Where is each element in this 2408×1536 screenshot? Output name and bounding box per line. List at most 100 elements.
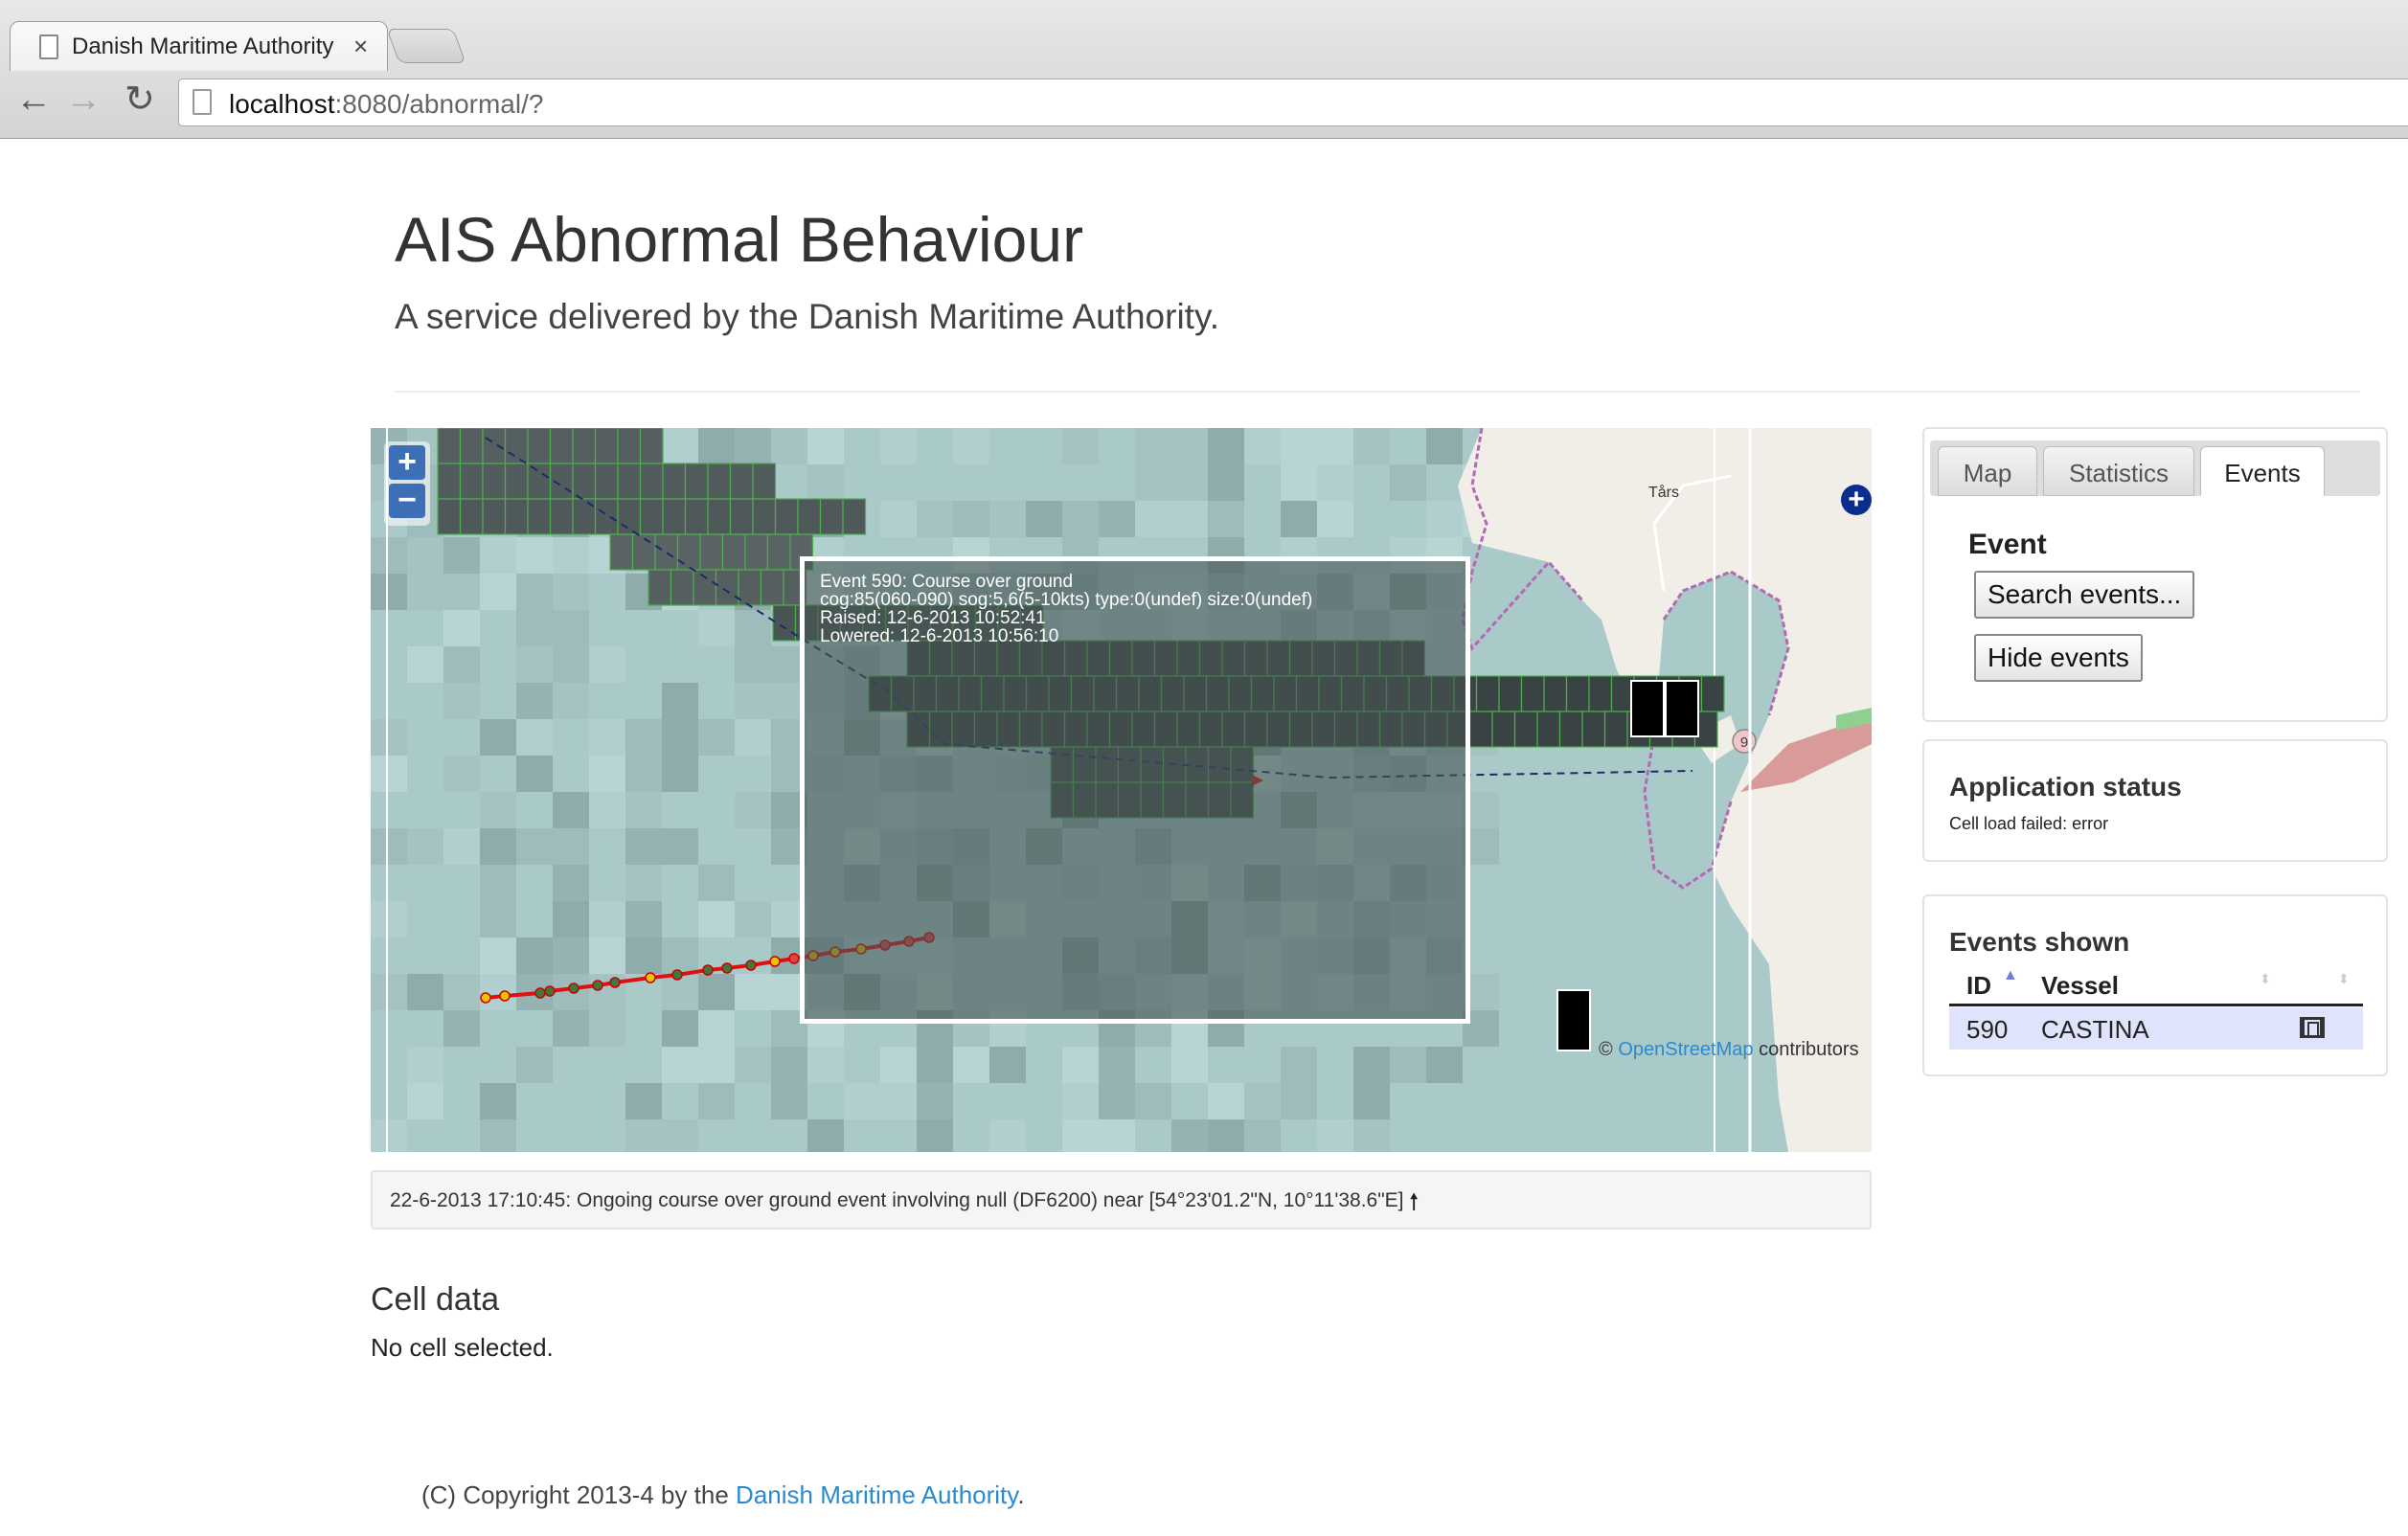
- event-cell: [1491, 711, 1516, 748]
- heat-cell: [1244, 1083, 1281, 1119]
- address-bar[interactable]: localhost:8080/abnormal/?: [178, 79, 2408, 126]
- event-id-cell: 590: [1966, 1015, 2009, 1044]
- reload-icon[interactable]: ↻: [125, 80, 155, 119]
- heat-cell: [480, 865, 516, 901]
- url-text[interactable]: localhost:8080/abnormal/?: [229, 89, 543, 120]
- heat-cell: [553, 610, 589, 646]
- cell-data-heading: Cell data: [371, 1281, 500, 1318]
- track-point[interactable]: [788, 953, 800, 964]
- heat-cell: [625, 1119, 662, 1152]
- heat-cell: [553, 792, 589, 828]
- heat-cell: [443, 574, 480, 610]
- heat-cell: [807, 1047, 844, 1083]
- zoom-in-button[interactable]: +: [389, 445, 425, 480]
- track-point[interactable]: [480, 992, 491, 1004]
- column-header-vessel[interactable]: Vessel: [2041, 971, 2119, 1001]
- heat-cell: [771, 1083, 807, 1119]
- tab-statistics[interactable]: Statistics: [2043, 446, 2194, 496]
- tab-close-icon[interactable]: ×: [353, 32, 368, 61]
- heat-cell: [735, 610, 771, 646]
- heat-cell: [989, 501, 1026, 537]
- sort-asc-icon: ▲: [2003, 967, 2018, 983]
- tab-title: Danish Maritime Authority: [72, 34, 334, 59]
- column-header-id[interactable]: ID: [1966, 971, 1991, 1001]
- heat-cell: [662, 428, 698, 464]
- heat-cell: [1062, 1119, 1099, 1152]
- heat-cell: [625, 901, 662, 937]
- new-tab-button[interactable]: [386, 29, 466, 63]
- heat-cell: [735, 646, 771, 683]
- black-cell: [1556, 989, 1591, 1051]
- heat-cell: [589, 1010, 625, 1047]
- tab-map[interactable]: Map: [1938, 446, 2037, 496]
- heat-cell: [1208, 428, 1244, 464]
- page-title: AIS Abnormal Behaviour: [395, 204, 1084, 275]
- track-point[interactable]: [568, 983, 579, 994]
- tab-events[interactable]: Events: [2200, 446, 2325, 496]
- heat-cell: [698, 1010, 735, 1047]
- heat-cell: [480, 974, 516, 1010]
- event-cell: [693, 569, 717, 606]
- heat-cell: [1171, 1119, 1208, 1152]
- forward-icon[interactable]: →: [65, 80, 102, 119]
- event-cell: [639, 463, 664, 500]
- track-point[interactable]: [534, 987, 546, 999]
- track-point[interactable]: [671, 969, 683, 981]
- event-cell: [549, 428, 574, 464]
- heat-cell: [662, 1010, 698, 1047]
- arrow-up-icon[interactable]: 🠕: [1409, 1186, 1419, 1225]
- map-view[interactable]: 9 + − Tårs + Event 590: Course over grou…: [371, 428, 1872, 1152]
- track-point[interactable]: [721, 962, 733, 974]
- heat-cell: [589, 719, 625, 756]
- event-cell: [572, 428, 597, 464]
- heat-cell: [516, 646, 553, 683]
- heat-cell: [698, 428, 735, 464]
- back-icon[interactable]: ←: [15, 80, 52, 119]
- heat-cell: [589, 792, 625, 828]
- sort-neutral-icon[interactable]: ⬍: [2260, 972, 2271, 985]
- track-point[interactable]: [592, 980, 603, 991]
- heat-cell: [917, 1047, 953, 1083]
- heat-cell: [807, 464, 844, 501]
- event-cell: [1498, 675, 1523, 712]
- heat-cell: [407, 1047, 443, 1083]
- track-point[interactable]: [645, 972, 656, 983]
- track-point[interactable]: [544, 985, 556, 997]
- track-point[interactable]: [609, 977, 621, 988]
- event-cell: [437, 463, 462, 500]
- track-point[interactable]: [499, 990, 511, 1002]
- heat-cell: [662, 1047, 698, 1083]
- osm-link[interactable]: OpenStreetMap: [1618, 1039, 1753, 1060]
- heat-cell: [516, 719, 553, 756]
- popup-line: Event 590: Course over ground: [820, 572, 1074, 592]
- film-icon[interactable]: [2300, 1017, 2325, 1038]
- track-point[interactable]: [769, 956, 781, 967]
- footer-link[interactable]: Danish Maritime Authority: [736, 1480, 1017, 1509]
- search-events-button[interactable]: Search events...: [1974, 571, 2195, 619]
- event-cell: [699, 533, 724, 571]
- heat-cell: [880, 1083, 917, 1119]
- layer-switcher-button[interactable]: +: [1841, 485, 1872, 515]
- event-status-bar: 22-6-2013 17:10:45: Ongoing course over …: [371, 1170, 1872, 1230]
- heat-cell: [371, 974, 407, 1010]
- event-cell: [1588, 675, 1613, 712]
- hide-events-button[interactable]: Hide events: [1974, 634, 2143, 682]
- track-point[interactable]: [702, 964, 714, 976]
- heat-cell: [480, 537, 516, 574]
- track-point[interactable]: [745, 960, 757, 971]
- heat-cell: [516, 937, 553, 974]
- event-cell: [662, 498, 687, 535]
- event-cell: [482, 428, 507, 464]
- heat-cell: [1317, 464, 1353, 501]
- table-row[interactable]: 590 CASTINA: [1949, 1007, 2363, 1050]
- heat-cell: [1426, 1047, 1463, 1083]
- event-cell: [594, 428, 619, 464]
- event-cell: [797, 498, 822, 535]
- event-cell: [617, 463, 642, 500]
- browser-tab[interactable]: Danish Maritime Authority ×: [10, 21, 388, 71]
- event-cell: [744, 533, 769, 571]
- event-cell: [707, 463, 732, 500]
- heat-cell: [880, 501, 917, 537]
- zoom-out-button[interactable]: −: [389, 484, 425, 518]
- sort-neutral-icon[interactable]: ⬍: [2338, 972, 2350, 985]
